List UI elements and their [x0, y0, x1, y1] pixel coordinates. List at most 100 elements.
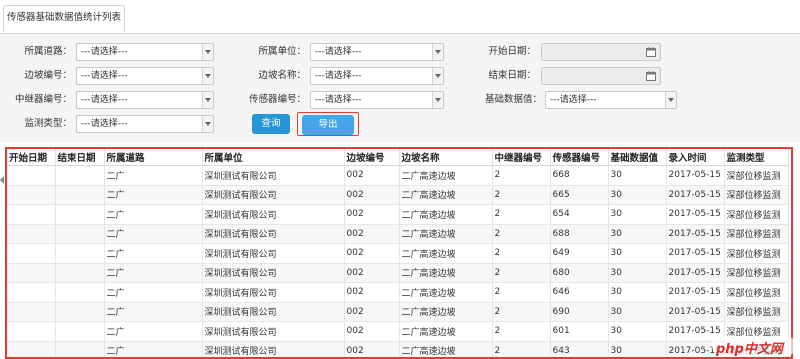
table-cell: 30: [608, 224, 667, 244]
table-cell: 690: [550, 302, 609, 322]
table-cell: 654: [550, 204, 609, 225]
road-label: 所属道路：: [24, 46, 72, 57]
table-cell: 深圳测试有限公司: [202, 204, 345, 225]
table-cell: 深部位移监测: [724, 224, 789, 244]
table-row[interactable]: 二广 深圳测试有限公司 002 二广高速边坡 2 654 30 2017-05-…: [7, 204, 789, 225]
table-cell: 2017-05-15: [666, 204, 725, 225]
table-cell: 深圳测试有限公司: [202, 263, 345, 283]
table-cell: 30: [608, 243, 667, 264]
table-cell: 二广高速边坡: [399, 243, 493, 264]
table-cell: [55, 243, 105, 264]
table-cell: 002: [344, 243, 400, 264]
table-cell: 002: [344, 321, 400, 342]
table-cell: [55, 341, 105, 357]
road-select[interactable]: ---请选择---: [76, 43, 214, 61]
table-cell: [55, 282, 105, 303]
table-cell: 2: [492, 224, 551, 244]
end-date-input[interactable]: [541, 67, 661, 85]
sensor-no-select[interactable]: ---请选择---: [310, 91, 444, 109]
chevron-down-icon: [432, 68, 443, 84]
relay-no-select[interactable]: ---请选择---: [76, 91, 214, 109]
table-cell: 深圳测试有限公司: [202, 302, 345, 322]
data-table: 开始日期 结束日期 所属道路 所属单位 边坡编号 边坡名称 中继器编号 传感器编…: [7, 149, 789, 357]
table-cell: [55, 263, 105, 283]
table-cell: [55, 321, 105, 342]
table-cell: [55, 224, 105, 244]
table-cell: 深圳测试有限公司: [202, 185, 345, 205]
table-cell: 002: [344, 282, 400, 303]
chevron-down-icon: [202, 116, 213, 132]
header-start-date[interactable]: 开始日期: [7, 149, 56, 166]
table-row[interactable]: 二广 深圳测试有限公司 002 二广高速边坡 2 688 30 2017-05-…: [7, 224, 789, 244]
table-cell: 深圳测试有限公司: [202, 341, 345, 357]
table-cell: [7, 165, 56, 186]
header-relay-no[interactable]: 中继器编号: [492, 149, 551, 166]
table-cell: 深圳测试有限公司: [202, 165, 345, 186]
header-sensor-no[interactable]: 传感器编号: [550, 149, 609, 166]
table-cell: 2: [492, 204, 551, 225]
header-unit[interactable]: 所属单位: [202, 149, 345, 166]
table-row[interactable]: 二广 深圳测试有限公司 002 二广高速边坡 2 690 30 2017-05-…: [7, 302, 789, 322]
header-end-date[interactable]: 结束日期: [55, 149, 105, 166]
table-row[interactable]: 二广 深圳测试有限公司 002 二广高速边坡 2 665 30 2017-05-…: [7, 185, 789, 205]
slope-name-select[interactable]: ---请选择---: [310, 67, 444, 85]
table-cell: 688: [550, 224, 609, 244]
table-cell: 2017-05-15: [666, 243, 725, 264]
calendar-icon[interactable]: [646, 71, 656, 81]
end-date-label: 结束日期：: [488, 70, 536, 81]
table-cell: 2: [492, 243, 551, 264]
table-cell: [7, 341, 56, 357]
table-cell: [55, 204, 105, 225]
table-row[interactable]: 二广 深圳测试有限公司 002 二广高速边坡 2 680 30 2017-05-…: [7, 263, 789, 283]
collapse-left-icon[interactable]: [0, 175, 4, 185]
header-slope-name[interactable]: 边坡名称: [399, 149, 493, 166]
base-value-select[interactable]: ---请选择---: [545, 91, 677, 109]
table-cell: 深部位移监测: [724, 243, 789, 264]
table-cell: 646: [550, 282, 609, 303]
calendar-icon[interactable]: [646, 47, 656, 57]
monitor-type-select[interactable]: ---请选择---: [76, 115, 214, 133]
table-row[interactable]: 二广 深圳测试有限公司 002 二广高速边坡 2 649 30 2017-05-…: [7, 243, 789, 264]
slope-no-select[interactable]: ---请选择---: [76, 67, 214, 85]
slope-name-select-value: ---请选择---: [315, 71, 362, 81]
table-row[interactable]: 二广 深圳测试有限公司 002 二广高速边坡 2 668 30 2017-05-…: [7, 165, 789, 186]
table-cell: 二广高速边坡: [399, 204, 493, 225]
table-cell: 2017-05-15: [666, 224, 725, 244]
table-cell: 二广高速边坡: [399, 341, 493, 357]
table-row[interactable]: 二广 深圳测试有限公司 002 二广高速边坡 2 646 30 2017-05-…: [7, 282, 789, 303]
filter-form: 所属道路： ---请选择--- 所属单位： ---请选择--- 开始日期： 边坡…: [0, 34, 800, 142]
header-base-value[interactable]: 基础数据值: [608, 149, 667, 166]
table-cell: 002: [344, 204, 400, 225]
table-row[interactable]: 二广 深圳测试有限公司 002 二广高速边坡 2 601 30 2017-05-…: [7, 321, 789, 342]
table-cell: 深部位移监测: [724, 204, 789, 225]
table-cell: 深圳测试有限公司: [202, 243, 345, 264]
table-cell: 30: [608, 185, 667, 205]
tab-sensor-stats[interactable]: 传感器基础数据值统计列表: [3, 5, 125, 32]
relay-no-select-value: ---请选择---: [81, 95, 128, 105]
monitor-type-label: 监测类型：: [24, 118, 72, 129]
table-row[interactable]: 二广 深圳测试有限公司 002 二广高速边坡 2 643 30 2017-05-…: [7, 341, 789, 357]
header-road[interactable]: 所属道路: [104, 149, 203, 166]
header-slope-no[interactable]: 边坡编号: [344, 149, 400, 166]
table-cell: 深部位移监测: [724, 282, 789, 303]
unit-label: 所属单位：: [258, 46, 306, 57]
table-cell: [7, 263, 56, 283]
table-cell: 二广高速边坡: [399, 263, 493, 283]
slope-no-label: 边坡编号：: [24, 70, 72, 81]
unit-select[interactable]: ---请选择---: [310, 43, 444, 61]
chevron-down-icon: [202, 92, 213, 108]
table-cell: 深部位移监测: [724, 165, 789, 186]
sensor-no-select-value: ---请选择---: [315, 95, 362, 105]
table-cell: [7, 321, 56, 342]
header-entry-time[interactable]: 录入时间: [666, 149, 725, 166]
query-button[interactable]: 查询: [252, 114, 290, 134]
header-monitor-type[interactable]: 监测类型: [724, 149, 789, 166]
table-cell: 2017-05-15: [666, 185, 725, 205]
start-date-input[interactable]: [541, 43, 661, 61]
chevron-down-icon: [432, 44, 443, 60]
monitor-type-select-value: ---请选择---: [81, 119, 128, 129]
table-cell: 深圳测试有限公司: [202, 224, 345, 244]
table-cell: 2: [492, 282, 551, 303]
table-cell: 002: [344, 341, 400, 357]
table-cell: 二广: [104, 185, 203, 205]
